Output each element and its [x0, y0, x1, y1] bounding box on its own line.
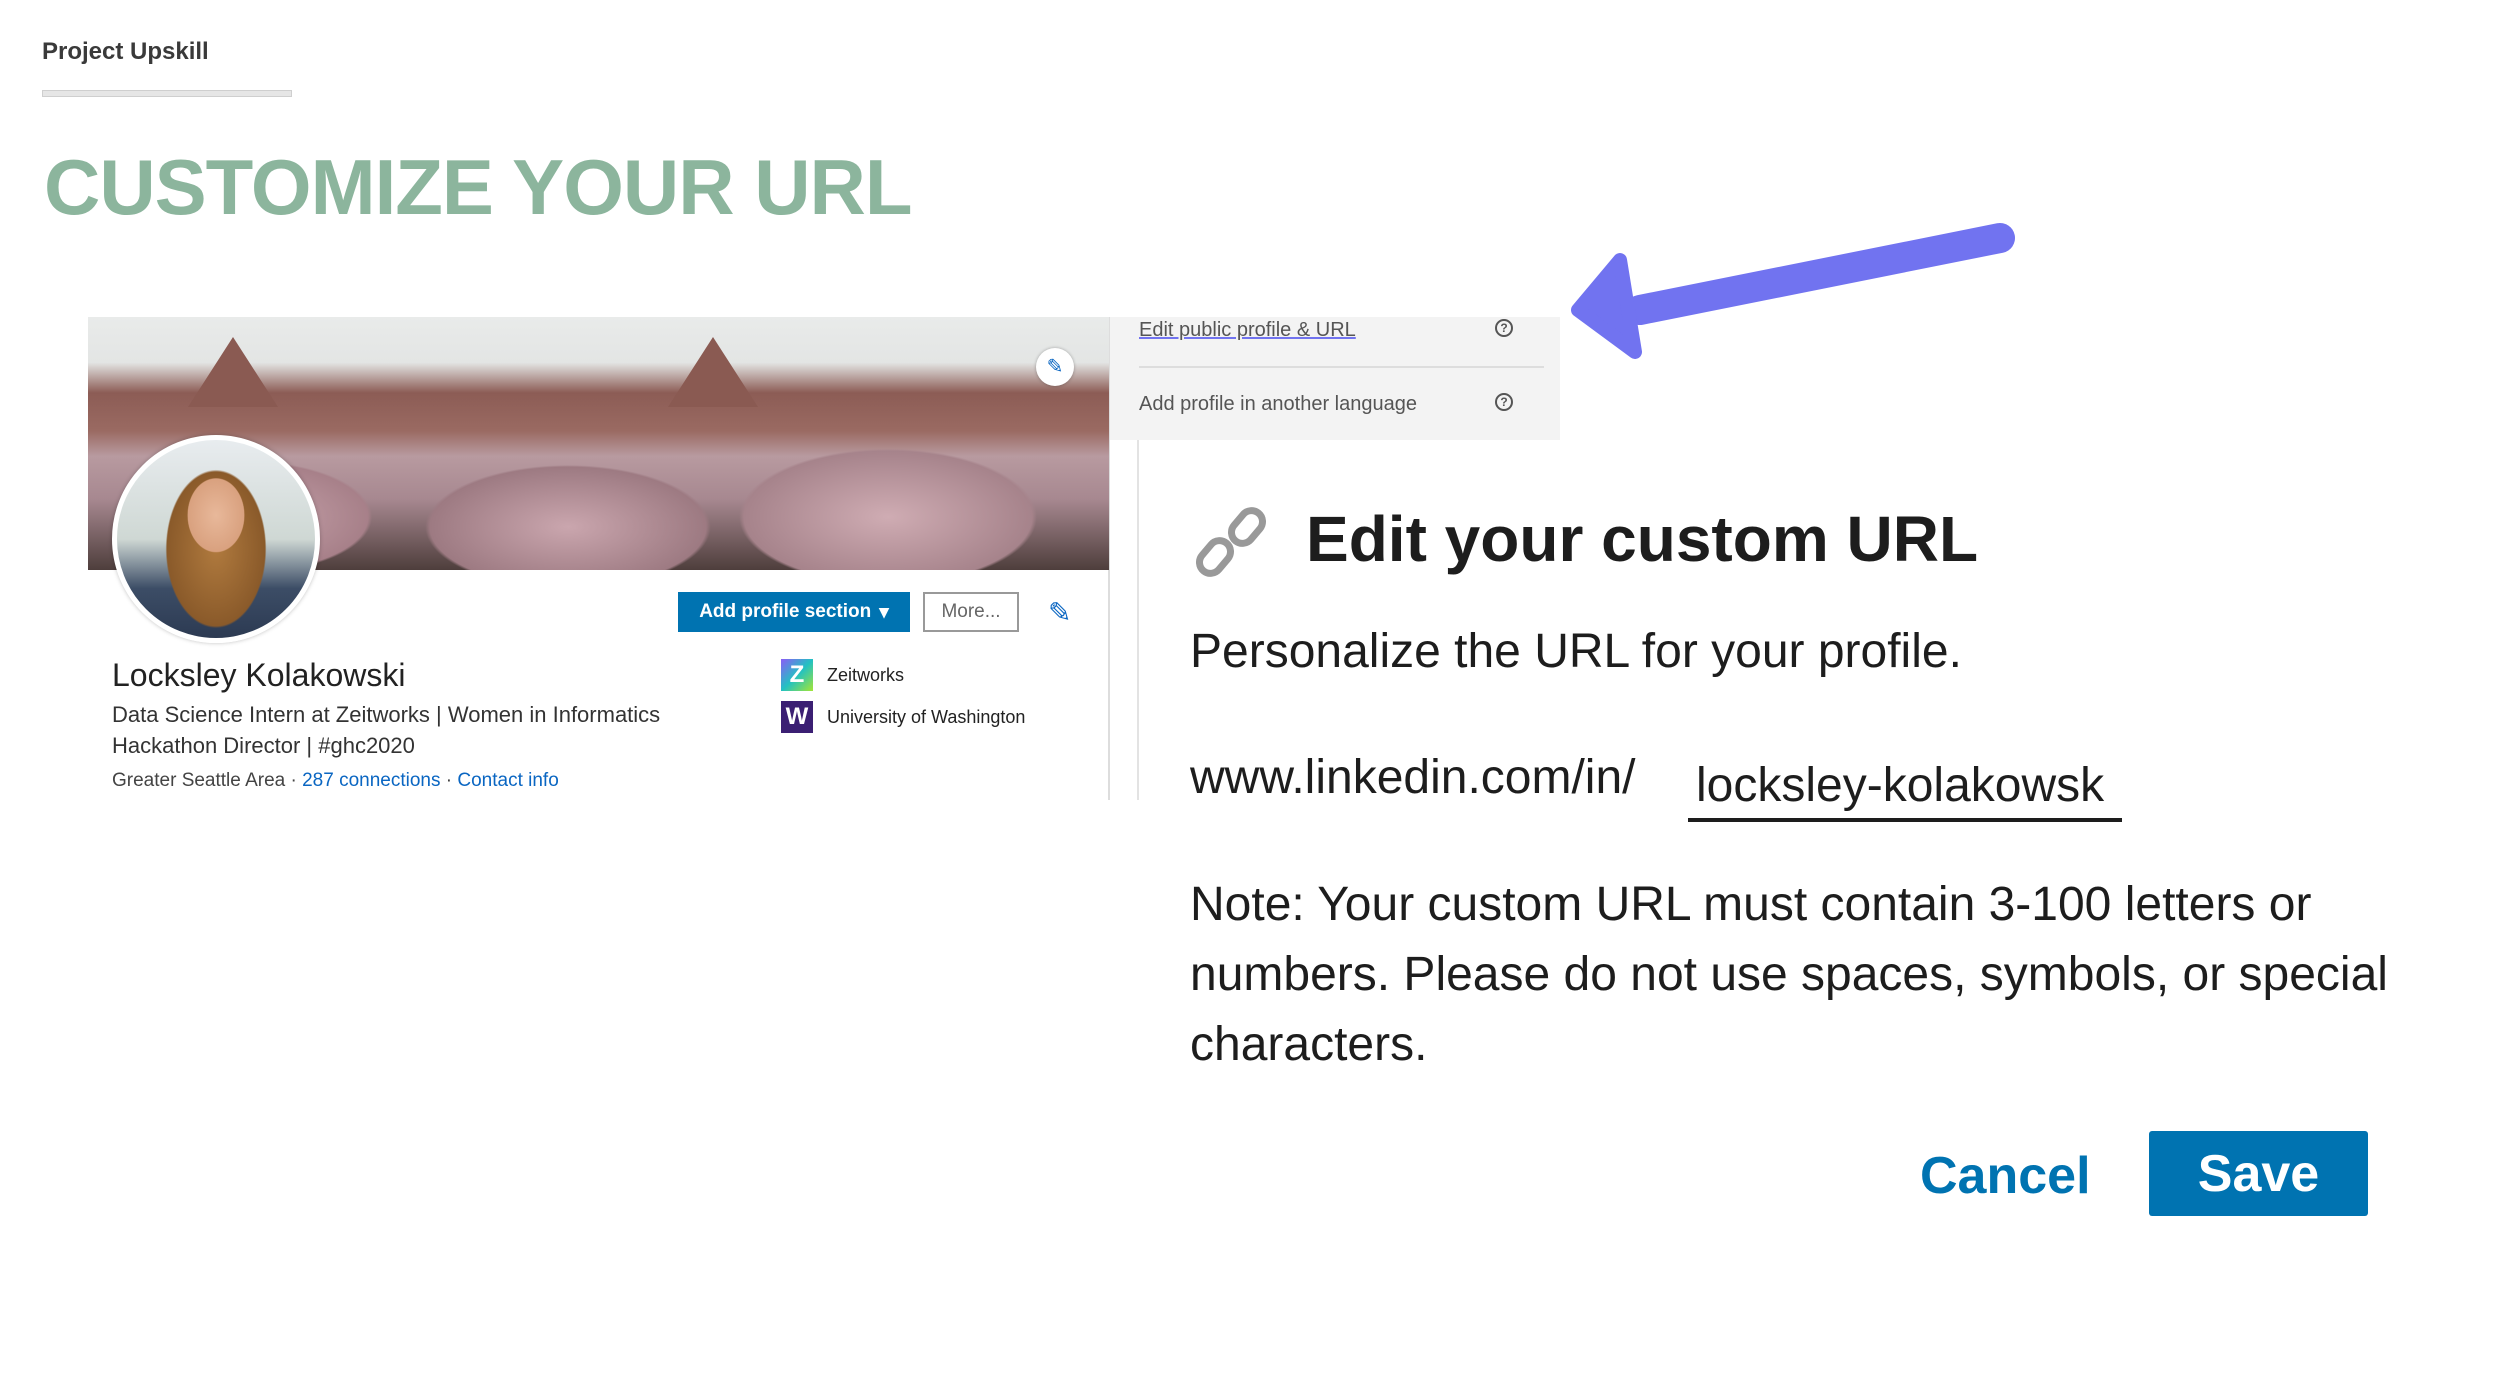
add-profile-section-label: Add profile section — [699, 601, 872, 622]
cancel-button[interactable]: Cancel — [1920, 1146, 2091, 1206]
profile-headline-line2: Hackathon Director | #ghc2020 — [112, 733, 415, 758]
help-icon[interactable]: ? — [1495, 319, 1513, 337]
profile-name: Locksley Kolakowski — [112, 657, 406, 693]
org-zeitworks[interactable]: Z Zeitworks — [781, 659, 904, 691]
caret-down-icon: ▾ — [879, 601, 889, 623]
url-prefix: www.linkedin.com/in/ — [1190, 751, 1636, 804]
dialog-subtitle: Personalize the URL for your profile. — [1190, 625, 1962, 678]
org-name: University of Washington — [827, 706, 1026, 727]
dialog-title: Edit your custom URL — [1306, 503, 1979, 575]
dialog-edge — [1137, 440, 1139, 800]
edit-banner-pencil-icon[interactable]: ✎ — [1036, 348, 1074, 386]
brand-underline — [42, 90, 292, 97]
pointer-arrow-icon — [1571, 223, 2015, 359]
uw-logo: W — [781, 701, 813, 733]
edit-public-profile-link[interactable]: Edit public profile & URL — [1139, 319, 1356, 342]
profile-meta: Greater Seattle Area · 287 connections ·… — [112, 770, 559, 792]
divider — [1139, 366, 1544, 368]
org-name: Zeitworks — [827, 664, 905, 685]
edit-intro-pencil-icon[interactable]: ✎ — [1048, 596, 1071, 629]
url-requirements-note: Note: Your custom URL must contain 3-100… — [1190, 878, 2388, 1071]
add-profile-language-link[interactable]: Add profile in another language — [1139, 393, 1417, 416]
add-profile-section-button[interactable]: Add profile section ▾ — [678, 592, 910, 632]
connections-link[interactable]: 287 connections — [302, 770, 440, 791]
brand-name: Project Upskill — [42, 38, 209, 65]
separator: · — [290, 770, 297, 791]
profile-avatar[interactable] — [112, 435, 320, 643]
slide-title: CUSTOMIZE YOUR URL — [44, 143, 912, 231]
contact-info-link[interactable]: Contact info — [457, 770, 558, 791]
link-icon — [1196, 507, 1266, 577]
separator: · — [445, 770, 453, 791]
zeitworks-logo: Z — [781, 659, 813, 691]
profile-headline-line1: Data Science Intern at Zeitworks | Women… — [112, 702, 661, 727]
profile-side-menu: Edit public profile & URL ? Add profile … — [1110, 317, 1560, 440]
location: Greater Seattle Area — [112, 770, 286, 791]
org-university-of-washington[interactable]: W University of Washington — [781, 701, 1025, 733]
help-icon[interactable]: ? — [1495, 393, 1513, 411]
more-button[interactable]: More... — [923, 592, 1019, 632]
save-button[interactable]: Save — [2149, 1131, 2368, 1216]
custom-url-input[interactable] — [1688, 752, 2122, 822]
